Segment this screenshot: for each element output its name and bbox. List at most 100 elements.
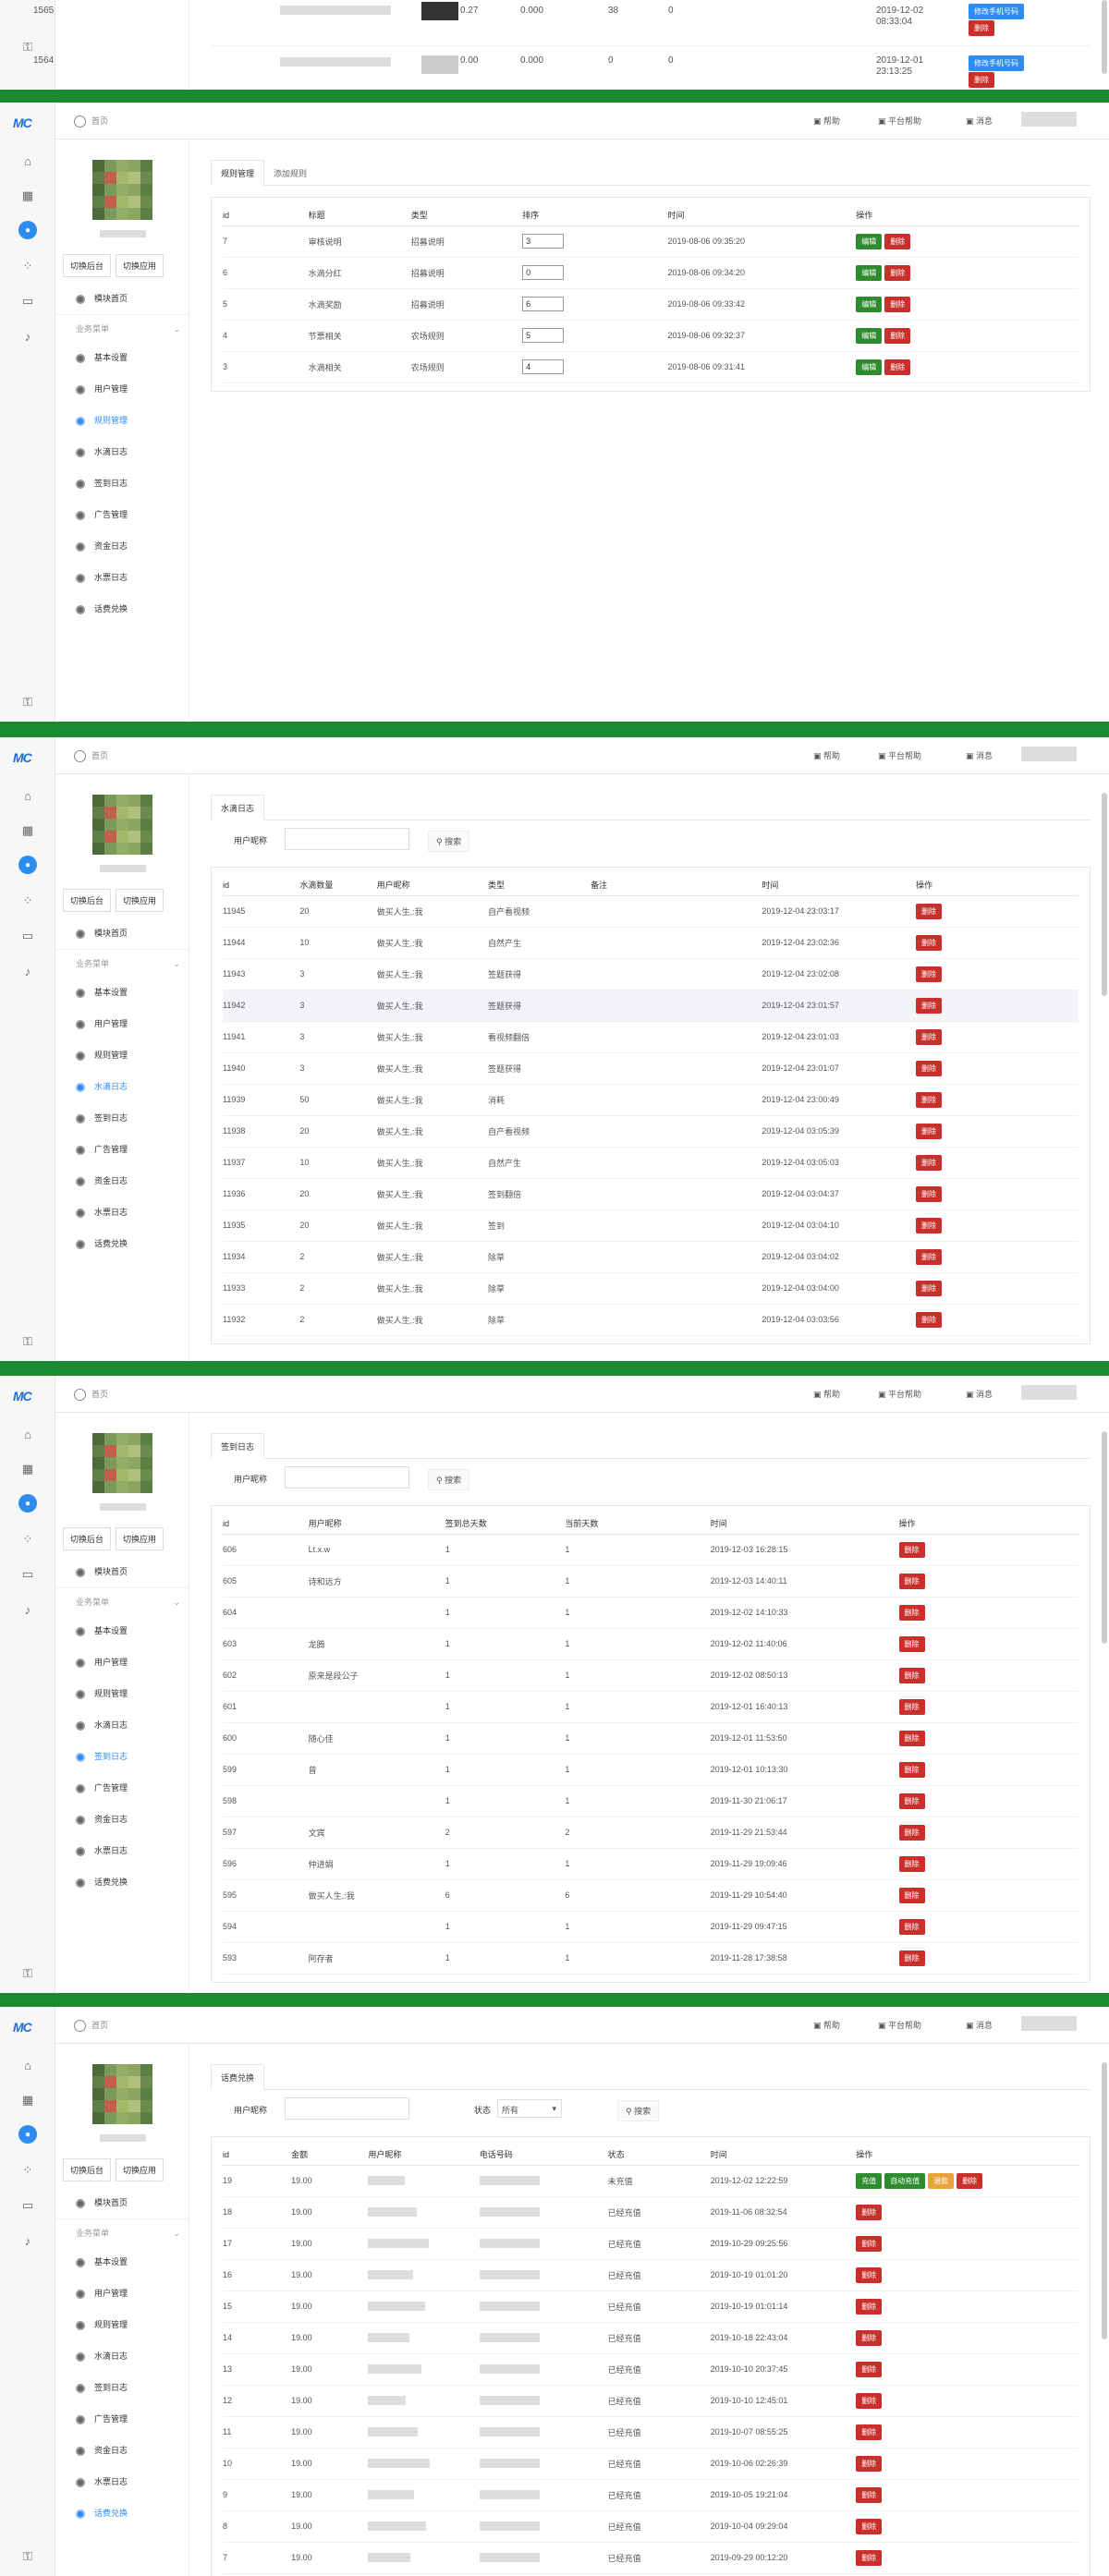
apps-icon[interactable]: ▦ (18, 2090, 38, 2110)
menu-item-module-list[interactable]: 模块首页 (55, 283, 189, 314)
tab[interactable]: 签到日志 (211, 1433, 265, 1459)
user-avatar-blurred[interactable] (1021, 2016, 1077, 2031)
platform-help-link[interactable]: ▣ 平台帮助 (878, 749, 921, 761)
delete-button[interactable]: 删除 (856, 2266, 883, 2283)
messages-link[interactable]: ▣ 消息 (966, 749, 993, 761)
menu-item[interactable]: 资金日志 (55, 1804, 189, 1835)
search-input[interactable] (285, 1466, 409, 1488)
delete-button[interactable]: 删除 (898, 1604, 925, 1621)
lock-icon[interactable]: ⚿ (18, 1963, 38, 1984)
menu-item[interactable]: 基本设置 (55, 1615, 189, 1646)
tab[interactable]: 添加规则 (264, 161, 316, 187)
menu-item[interactable]: 话费兑换 (55, 2497, 189, 2529)
cluster-icon[interactable]: ⁘ (18, 256, 38, 276)
edit-button[interactable]: 编辑 (856, 264, 883, 281)
delete-button[interactable]: 删除 (856, 2486, 883, 2503)
delete-button[interactable]: 删除 (969, 20, 994, 36)
delete-button[interactable]: 删除 (898, 1761, 925, 1778)
menu-item[interactable]: 资金日志 (55, 530, 189, 562)
delete-button[interactable]: 删除 (898, 1792, 925, 1809)
tab[interactable]: 水滴日志 (211, 795, 265, 820)
switch-frame-button[interactable]: 切换后台 (63, 254, 112, 277)
delete-button[interactable]: 删除 (916, 1248, 942, 1265)
menu-item[interactable]: 话费兑换 (55, 1866, 189, 1898)
sort-input[interactable]: 5 (522, 328, 565, 343)
menu-item[interactable]: 水票日志 (55, 562, 189, 593)
delete-button[interactable]: 删除 (884, 358, 911, 375)
delete-button[interactable]: 删除 (884, 264, 911, 281)
home-link[interactable]: 首页 (74, 115, 108, 128)
delete-button[interactable]: 删除 (916, 1123, 942, 1139)
edit-button[interactable]: 编辑 (856, 358, 883, 375)
help-link[interactable]: ▣ 帮助 (813, 115, 840, 127)
state-select[interactable]: 所有 ▾ (497, 2099, 562, 2118)
menu-item-module-list[interactable]: 模块首页 (55, 2187, 189, 2218)
menu-item[interactable]: 广告管理 (55, 1134, 189, 1165)
menu-item[interactable]: 规则管理 (55, 1678, 189, 1709)
menu-item[interactable]: 签到日志 (55, 2372, 189, 2403)
cluster-icon[interactable]: ⁘ (18, 2160, 38, 2181)
charge-button[interactable]: 充值 (856, 2172, 883, 2189)
cluster-icon[interactable]: ⁘ (18, 1529, 38, 1549)
sort-input[interactable]: 4 (522, 359, 565, 374)
messages-link[interactable]: ▣ 消息 (966, 2019, 993, 2031)
menu-item[interactable]: 水票日志 (55, 2466, 189, 2497)
delete-button[interactable]: 删除 (856, 2204, 883, 2220)
menu-item[interactable]: 用户管理 (55, 1008, 189, 1039)
delete-button[interactable]: 删除 (898, 1855, 925, 1872)
delete-button[interactable]: 删除 (856, 2549, 883, 2566)
switch-app-button[interactable]: 切换应用 (116, 889, 165, 912)
monitor-icon[interactable]: ▭ (18, 291, 38, 311)
menu-item[interactable]: 水票日志 (55, 1835, 189, 1866)
help-link[interactable]: ▣ 帮助 (813, 2019, 840, 2031)
switch-frame-button[interactable]: 切换后台 (63, 1527, 112, 1550)
menu-item[interactable]: 签到日志 (55, 1102, 189, 1134)
home-link[interactable]: 首页 (74, 2019, 108, 2033)
platform-help-link[interactable]: ▣ 平台帮助 (878, 1388, 921, 1400)
delete-button[interactable]: 删除 (856, 2361, 883, 2377)
menu-item[interactable]: 用户管理 (55, 373, 189, 405)
lock-icon[interactable]: ⚿ (18, 1331, 38, 1352)
menu-item[interactable]: 水票日志 (55, 1197, 189, 1228)
help-link[interactable]: ▣ 帮助 (813, 1388, 840, 1400)
delete-button[interactable]: 删除 (856, 2424, 883, 2440)
menu-item[interactable]: 水滴日志 (55, 1709, 189, 1741)
menu-item[interactable]: 用户管理 (55, 1646, 189, 1678)
menu-item-module-list[interactable]: 模块首页 (55, 1556, 189, 1587)
switch-frame-button[interactable]: 切换后台 (63, 889, 112, 912)
menu-group-business[interactable]: 业务菜单 ⌄ (55, 949, 189, 977)
menu-item[interactable]: 广告管理 (55, 1772, 189, 1804)
monitor-icon[interactable]: ▭ (18, 1564, 38, 1585)
user-avatar-blurred[interactable] (1021, 1385, 1077, 1400)
monitor-icon[interactable]: ▭ (18, 926, 38, 946)
cluster-icon[interactable]: ⁘ (18, 891, 38, 911)
bell-icon[interactable]: ♪ (18, 961, 38, 981)
platform-help-link[interactable]: ▣ 平台帮助 (878, 2019, 921, 2031)
home-icon[interactable]: ⌂ (18, 151, 38, 171)
edit-phone-button[interactable]: 修改手机号码 (969, 55, 1024, 71)
delete-button[interactable]: 删除 (898, 1541, 925, 1558)
delete-button[interactable]: 删除 (856, 2329, 883, 2346)
menu-item[interactable]: 广告管理 (55, 499, 189, 530)
auto-charge-button[interactable]: 自动充值 (884, 2172, 926, 2189)
menu-item[interactable]: 基本设置 (55, 342, 189, 373)
messages-link[interactable]: ▣ 消息 (966, 1388, 993, 1400)
apps-icon[interactable]: ▦ (18, 820, 38, 841)
tab[interactable]: 话费兑换 (211, 2064, 265, 2090)
delete-button[interactable]: 删除 (916, 1154, 942, 1171)
menu-item[interactable]: 规则管理 (55, 2309, 189, 2340)
delete-button[interactable]: 删除 (898, 1950, 925, 1966)
active-module-icon[interactable]: ● (18, 856, 37, 874)
delete-button[interactable]: 删除 (898, 1730, 925, 1746)
delete-button[interactable]: 删除 (856, 2518, 883, 2534)
delete-button[interactable]: 删除 (916, 903, 942, 919)
lock-icon[interactable]: ⚿ (18, 37, 38, 57)
active-module-icon[interactable]: ● (18, 1494, 37, 1513)
menu-item[interactable]: 规则管理 (55, 1039, 189, 1071)
delete-button[interactable]: 删除 (856, 2392, 883, 2409)
delete-button[interactable]: 删除 (916, 1280, 942, 1296)
delete-button[interactable]: 删除 (898, 1698, 925, 1715)
menu-item[interactable]: 基本设置 (55, 2246, 189, 2278)
delete-button[interactable]: 删除 (856, 2235, 883, 2252)
search-button[interactable]: ⚲ 搜索 (617, 2100, 660, 2121)
